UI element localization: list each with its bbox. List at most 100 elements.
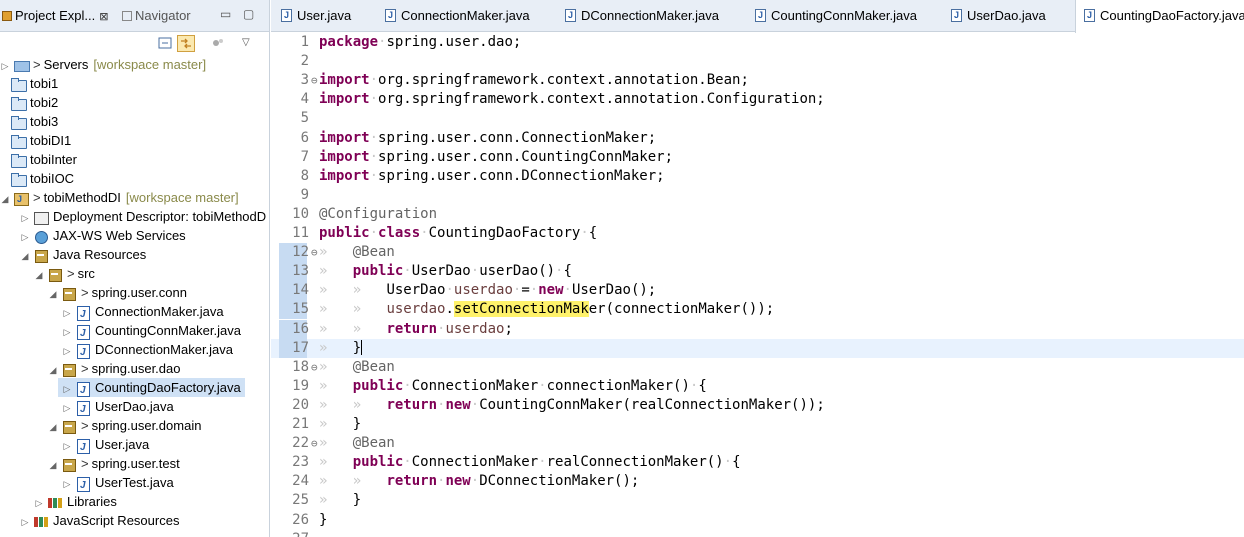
tree-item[interactable]: tobi2: [0, 93, 58, 112]
code-line[interactable]: 9: [271, 186, 1244, 205]
code-line[interactable]: 4 import·org.springframework.context.anno…: [271, 90, 1244, 109]
code-line[interactable]: 21 » }: [271, 415, 1244, 434]
minimize-icon[interactable]: ▭: [220, 7, 231, 21]
tree-item[interactable]: ▷ JavaScript Resources: [0, 511, 180, 532]
view-menu-icon[interactable]: [210, 35, 228, 52]
code-text: » public·UserDao·userDao()·{: [319, 262, 572, 281]
editor-tab-bar: User.java ConnectionMaker.java DConnection…: [271, 0, 1244, 33]
tree-item[interactable]: ▷ConnectionMaker.java: [0, 302, 224, 324]
code-line[interactable]: 26}: [271, 511, 1244, 530]
expand-icon[interactable]: ▷: [20, 513, 30, 532]
whitespace-marker: ·: [369, 225, 379, 241]
line-number: 11: [292, 225, 309, 241]
tree-item-label: tobi2: [30, 95, 59, 110]
code-area[interactable]: 1 package·spring.user.dao; 2 3 ⊖ import·org.s…: [271, 32, 1244, 537]
code-line[interactable]: 25 » }: [271, 491, 1244, 510]
tree-item[interactable]: tobiInter: [0, 150, 77, 169]
tree-item[interactable]: ◢ > src: [0, 264, 95, 283]
tab-navigator[interactable]: Navigator: [122, 6, 191, 26]
code-line[interactable]: 12 ⊖» @Bean: [271, 243, 1244, 263]
whitespace-marker: » »: [319, 473, 387, 490]
code-line[interactable]: 27: [271, 530, 1244, 537]
tab-dconnectionmaker[interactable]: DConnectionMaker.java: [561, 0, 723, 32]
keyword-token: class: [378, 225, 421, 241]
tree-item[interactable]: ▷ Deployment Descriptor: tobiMethodD: [0, 207, 266, 226]
code-token: CountingDaoFactory: [428, 225, 581, 241]
java-file-icon: [385, 9, 396, 22]
web-services-icon: [33, 229, 49, 244]
close-icon[interactable]: ⊠: [99, 11, 108, 23]
code-line[interactable]: 2: [271, 52, 1244, 71]
tab-user[interactable]: User.java: [277, 0, 355, 32]
tree-item[interactable]: ◢>tobiMethodDI[workspace master]: [0, 188, 239, 209]
code-line[interactable]: 5: [271, 109, 1244, 128]
tree-item[interactable]: ▷ > Servers [workspace master]: [0, 55, 206, 74]
code-token: .: [445, 301, 454, 318]
tree-item[interactable]: ▷User.java: [0, 435, 150, 457]
tree-item-label: tobiIOC: [30, 171, 75, 186]
tab-project-explorer[interactable]: Project Expl... ⊠: [2, 6, 108, 26]
code-token: UserDao: [411, 263, 471, 280]
whitespace-marker: ·: [445, 282, 454, 299]
tree-item[interactable]: tobi3: [0, 112, 58, 131]
collapse-icon[interactable]: ◢: [48, 361, 58, 380]
tree-item[interactable]: ◢ > spring.user.domain: [0, 416, 201, 435]
code-line[interactable]: 13» public·UserDao·userDao()·{: [271, 262, 1244, 282]
tree-item[interactable]: ◢ > spring.user.conn: [0, 283, 187, 302]
tree-item-label: User.java: [95, 437, 150, 452]
code-text: » » UserDao·userdao·=·new·UserDao();: [319, 281, 656, 300]
tree-item[interactable]: tobiDI1: [0, 131, 71, 150]
code-line[interactable]: 18 ⊖» @Bean: [271, 358, 1244, 377]
tree-item[interactable]: ▷CountingConnMaker.java: [0, 321, 241, 343]
link-editor-icon[interactable]: [177, 35, 195, 52]
code-text: » » return·userdao;: [319, 320, 513, 339]
maximize-icon[interactable]: ▢: [243, 7, 254, 21]
code-line[interactable]: 17 » }: [271, 338, 1244, 358]
fold-toggle-icon[interactable]: ⊖: [311, 71, 318, 90]
tree-item[interactable]: ▷ JAX-WS Web Services: [0, 226, 186, 245]
tab-countingconnmaker[interactable]: CountingConnMaker.java: [751, 0, 921, 32]
code-line[interactable]: 10 @Configuration: [271, 205, 1244, 224]
java-file-icon: [565, 9, 576, 22]
code-line[interactable]: 24» » return·new·DConnectionMaker();: [271, 472, 1244, 491]
fold-toggle-icon[interactable]: ⊖: [311, 358, 318, 377]
tree-item[interactable]: ▷CountingDaoFactory.java: [58, 378, 245, 400]
code-line[interactable]: 19» public·ConnectionMaker·connectionMak…: [271, 377, 1244, 396]
line-number: 19: [292, 377, 309, 394]
whitespace-marker: ·: [369, 129, 379, 146]
tab-countingdaofactory[interactable]: CountingDaoFactory.java: [1075, 0, 1244, 33]
whitespace-marker: ·: [470, 263, 480, 280]
code-line[interactable]: 20» » return·new·CountingConnMaker(realC…: [271, 396, 1244, 415]
tab-userdao[interactable]: UserDao.java: [947, 0, 1050, 32]
fold-toggle-icon[interactable]: ⊖: [311, 243, 318, 262]
tab-connectionmaker[interactable]: ConnectionMaker.java: [381, 0, 534, 32]
left-view-tabs: Project Expl... ⊠ Navigator ▭ ▢: [0, 0, 269, 32]
tree-item[interactable]: tobi1: [0, 74, 58, 93]
fold-toggle-icon[interactable]: ⊖: [311, 434, 318, 453]
tree-item[interactable]: ◢ > spring.user.dao: [0, 359, 181, 378]
code-line[interactable]: 3 ⊖ import·org.springframework.context.ann…: [271, 71, 1244, 90]
code-line[interactable]: 1 package·spring.user.dao;: [271, 33, 1244, 52]
code-line[interactable]: 22 ⊖» @Bean: [271, 434, 1244, 453]
code-line[interactable]: 23» public·ConnectionMaker·realConnectio…: [271, 453, 1244, 472]
code-line[interactable]: 11 public·class·CountingDaoFactory·{: [271, 224, 1244, 243]
code-token: ConnectionMaker: [411, 377, 539, 394]
collapse-all-icon[interactable]: [157, 35, 175, 52]
tree-item[interactable]: ▷ Libraries: [0, 492, 117, 511]
tree-item[interactable]: ▷DConnectionMaker.java: [0, 340, 234, 362]
code-line[interactable]: 16 » » return·userdao;: [271, 319, 1244, 339]
code-line[interactable]: 15 » » userdao.setConnectionMaker(connect…: [271, 300, 1244, 320]
java-file-icon: [75, 400, 91, 419]
tree-item[interactable]: ◢ Java Resources: [0, 245, 146, 264]
tree-item[interactable]: tobiIOC: [0, 169, 74, 188]
tree-item[interactable]: ▷UserDao.java: [0, 397, 174, 419]
tree-item-label: tobi1: [30, 76, 59, 91]
dropdown-icon[interactable]: ▽: [242, 35, 260, 52]
tree-item[interactable]: ▷UserTest.java: [0, 473, 174, 495]
code-line[interactable]: 14 » » UserDao·userdao·=·new·UserDao();: [271, 281, 1244, 301]
code-line[interactable]: 7 import·spring.user.conn.CountingConnMak…: [271, 148, 1244, 167]
code-line[interactable]: 8 import·spring.user.conn.DConnectionMake…: [271, 167, 1244, 186]
tree-item[interactable]: ◢ > spring.user.test: [0, 454, 180, 473]
keyword-token: return: [386, 473, 438, 490]
code-line[interactable]: 6 import·spring.user.conn.ConnectionMaker…: [271, 129, 1244, 148]
